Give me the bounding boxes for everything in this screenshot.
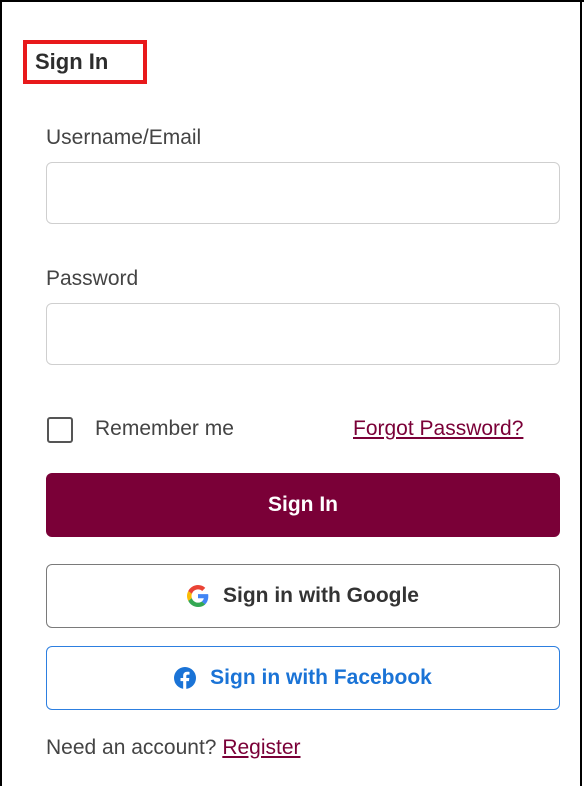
- forgot-password-link[interactable]: Forgot Password?: [353, 417, 523, 441]
- username-label: Username/Email: [46, 126, 202, 149]
- google-button-label: Sign in with Google: [223, 584, 419, 607]
- remember-me-checkbox[interactable]: [47, 417, 73, 443]
- register-link[interactable]: Register: [222, 736, 300, 759]
- panel-border-left: [0, 0, 2, 786]
- panel-border-right: [580, 0, 582, 786]
- password-input[interactable]: [46, 303, 560, 365]
- facebook-icon: [174, 667, 197, 689]
- register-prompt: Need an account? Register: [46, 736, 301, 760]
- facebook-sign-in-button[interactable]: Sign in with Facebook: [46, 646, 560, 710]
- sign-in-button[interactable]: Sign In: [46, 473, 560, 537]
- username-input[interactable]: [46, 162, 560, 224]
- sign-in-button-label: Sign In: [268, 493, 338, 516]
- facebook-button-label: Sign in with Facebook: [210, 666, 432, 689]
- need-account-text: Need an account?: [46, 736, 217, 759]
- password-label: Password: [46, 267, 139, 290]
- page-title: Sign In: [35, 49, 109, 74]
- google-sign-in-button[interactable]: Sign in with Google: [46, 564, 560, 628]
- sign-in-panel: Sign In Username/Email Password Remember…: [0, 0, 584, 786]
- google-icon: [187, 585, 209, 607]
- remember-me-label[interactable]: Remember me: [95, 417, 234, 441]
- panel-border-top: [0, 0, 584, 2]
